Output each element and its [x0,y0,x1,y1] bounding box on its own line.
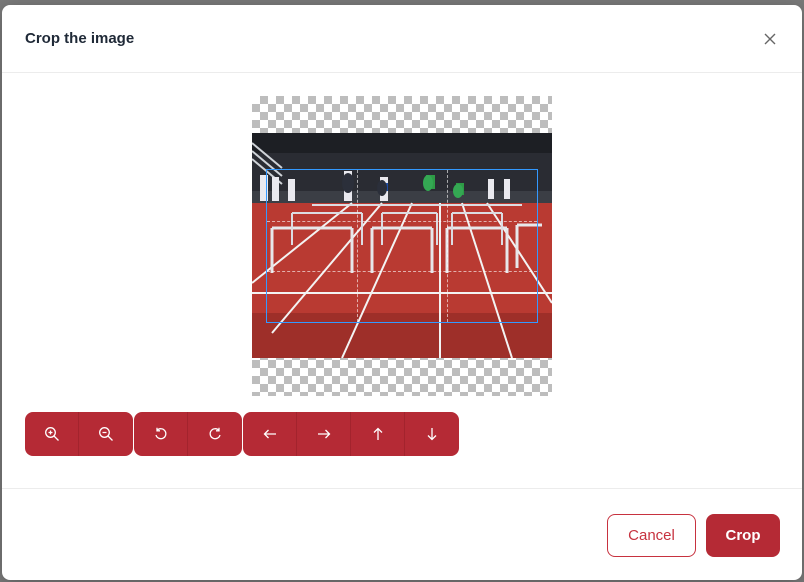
move-right-button[interactable] [297,412,351,456]
move-left-button[interactable] [243,412,297,456]
arrow-down-icon [427,428,437,441]
zoom-group [25,412,133,456]
rotate-left-button[interactable] [134,412,188,456]
close-button[interactable] [760,29,780,49]
move-group [243,412,459,456]
dialog-title: Crop the image [25,30,135,47]
rotate-right-button[interactable] [188,412,242,456]
zoom-in-button[interactable] [25,412,79,456]
cancel-button[interactable]: Cancel [607,513,696,557]
dialog-footer: Cancel Crop [2,490,802,580]
crop-canvas[interactable] [252,96,552,396]
rotate-group [134,412,242,456]
crop-button[interactable]: Crop [706,513,780,557]
arrow-up-icon [373,427,382,440]
crop-guide-line [267,220,537,222]
zoom-in-icon [44,427,59,441]
crop-guide-line [356,170,358,322]
arrow-left-icon [263,429,276,439]
zoom-out-icon [99,427,113,441]
crop-guide-line [446,170,448,322]
crop-dialog: Crop the image Cancel Crop [2,5,802,580]
crop-guide-line [267,271,537,273]
rotate-right-icon [209,427,221,440]
crop-toolbar [25,412,459,456]
arrow-right-icon [317,429,330,439]
move-up-button[interactable] [351,412,405,456]
zoom-out-button[interactable] [79,412,133,456]
rotate-left-icon [154,427,166,440]
crop-selection[interactable] [266,169,538,323]
dialog-header: Crop the image [2,5,802,73]
dialog-body [2,73,802,489]
move-down-button[interactable] [405,412,459,456]
close-icon [764,33,776,44]
